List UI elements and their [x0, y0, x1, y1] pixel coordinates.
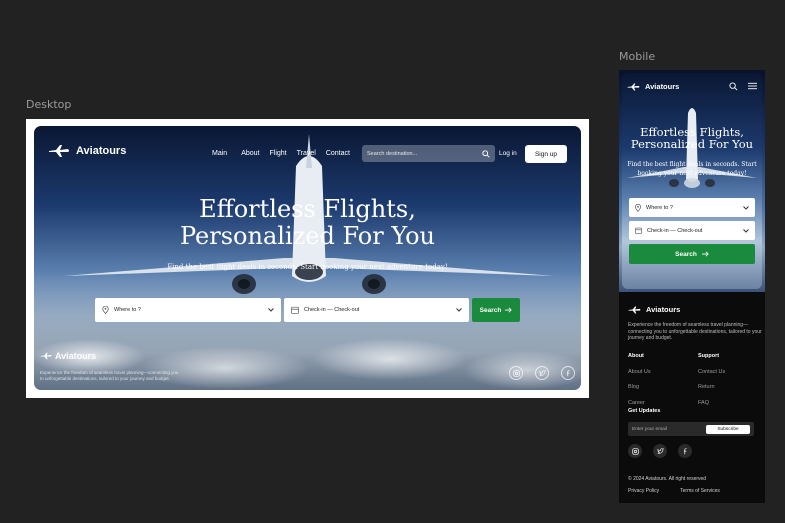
- mobile-hero: Aviatours Effortless Flights, Personaliz…: [619, 70, 765, 292]
- login-link[interactable]: Log in: [499, 150, 517, 157]
- hero-subtitle: Find the best flight deals in seconds. S…: [167, 263, 448, 271]
- facebook-icon[interactable]: [678, 444, 692, 458]
- location-pin-icon: [102, 306, 109, 314]
- instagram-icon[interactable]: [509, 366, 523, 380]
- desktop-logo[interactable]: Aviatours: [48, 145, 126, 157]
- desktop-label: Desktop: [26, 98, 72, 111]
- chevron-down-icon: [743, 205, 749, 210]
- desktop-navbar: Aviatours Main About Flight Travel Conta…: [34, 142, 581, 168]
- calendar-icon: [635, 227, 642, 234]
- footer-about-column: About About Us Blog Career: [628, 353, 651, 415]
- mobile-where-to-field[interactable]: Where to ?: [629, 198, 755, 217]
- nav-link-flight[interactable]: Flight: [269, 150, 286, 157]
- where-to-field[interactable]: Where to ?: [95, 298, 281, 322]
- email-input[interactable]: Enter your email: [632, 427, 667, 432]
- desktop-footer-description: Experience the freedom of seamless trave…: [40, 370, 179, 381]
- desktop-frame: Aviatours Main About Flight Travel Conta…: [26, 119, 589, 398]
- mobile-dates-placeholder: Check-in — Check-out: [647, 227, 703, 234]
- subscribe-button[interactable]: Subscribe: [706, 424, 750, 434]
- mobile-brand-name: Aviatours: [645, 82, 680, 91]
- mobile-hero-title: Effortless Flights, Personalized For You: [630, 125, 754, 151]
- menu-icon[interactable]: [748, 82, 757, 90]
- desktop-social-links: [509, 366, 575, 380]
- footer-link-return[interactable]: Return: [698, 384, 725, 400]
- mobile-label: Mobile: [619, 50, 656, 63]
- nav-link-contact[interactable]: Contact: [326, 150, 350, 157]
- search-icon[interactable]: [729, 82, 738, 91]
- chevron-down-icon: [456, 308, 462, 312]
- facebook-icon[interactable]: [561, 366, 575, 380]
- arrow-right-icon: [505, 307, 513, 313]
- hero-title: Effortless Flights, Personalized For You: [179, 195, 436, 250]
- search-button[interactable]: Search: [472, 298, 520, 322]
- search-icon: [482, 149, 490, 158]
- mobile-where-placeholder: Where to ?: [646, 204, 673, 211]
- nav-link-main[interactable]: Main: [212, 150, 227, 157]
- twitter-icon[interactable]: [535, 366, 549, 380]
- search-placeholder: Search destination...: [367, 150, 418, 157]
- copyright-text: © 2024 Aviatours. All right reserved: [628, 476, 707, 482]
- chevron-down-icon: [268, 308, 274, 312]
- mobile-social-links: [628, 444, 692, 458]
- nav-link-travel[interactable]: Travel: [297, 150, 316, 157]
- destination-search-input[interactable]: Search destination...: [362, 145, 495, 162]
- desktop-footer-logo: Aviatours: [40, 351, 96, 361]
- plane-logo-icon: [628, 305, 641, 314]
- mobile-hero-subtitle: Find the best flight deals in seconds. S…: [627, 161, 757, 177]
- dates-placeholder: Check-in — Check-out: [304, 307, 360, 313]
- instagram-icon[interactable]: [628, 444, 642, 458]
- plane-logo-icon: [49, 145, 69, 157]
- footer-support-column: Support Contact Us Return FAQ: [698, 353, 725, 415]
- mobile-frame: Aviatours Effortless Flights, Personaliz…: [619, 70, 765, 503]
- desktop-nav-links: Main About Flight Travel Contact: [212, 150, 350, 157]
- twitter-icon[interactable]: [653, 444, 667, 458]
- search-button-label: Search: [479, 306, 502, 314]
- nav-link-about[interactable]: About: [241, 150, 259, 157]
- footer-link-blog[interactable]: Blog: [628, 384, 651, 400]
- dates-field[interactable]: Check-in — Check-out: [284, 298, 469, 322]
- mobile-footer-description: Experience the freedom of seamless trave…: [628, 322, 762, 341]
- mobile-dates-field[interactable]: Check-in — Check-out: [629, 221, 755, 240]
- terms-link[interactable]: Terms of Services: [680, 488, 720, 494]
- footer-brand-name: Aviatours: [55, 351, 97, 361]
- legal-links: Privacy Policy Terms of Services: [628, 488, 720, 494]
- footer-support-heading: Support: [698, 353, 720, 359]
- where-to-placeholder: Where to ?: [114, 307, 141, 313]
- mobile-navbar: Aviatours: [627, 82, 757, 91]
- brand-name: Aviatours: [76, 145, 127, 157]
- arrow-right-icon: [701, 251, 709, 257]
- footer-link-faq[interactable]: FAQ: [698, 400, 725, 416]
- get-updates-heading: Get Updates: [628, 408, 661, 414]
- mobile-footer-logo: Aviatours: [628, 305, 680, 314]
- mobile-search-button[interactable]: Search: [629, 244, 755, 264]
- mobile-search-label: Search: [675, 250, 697, 258]
- plane-logo-icon: [627, 82, 640, 91]
- privacy-policy-link[interactable]: Privacy Policy: [628, 488, 659, 494]
- mobile-footer-brand: Aviatours: [646, 305, 681, 314]
- footer-about-heading: About: [628, 353, 644, 359]
- location-pin-icon: [635, 203, 641, 212]
- calendar-icon: [291, 306, 299, 314]
- desktop-hero: Aviatours Main About Flight Travel Conta…: [34, 126, 581, 390]
- footer-link-contact-us[interactable]: Contact Us: [698, 369, 725, 385]
- signup-button[interactable]: Sign up: [525, 145, 567, 163]
- newsletter-form: Enter your email Subscribe: [628, 422, 754, 436]
- footer-link-about-us[interactable]: About Us: [628, 369, 651, 385]
- plane-logo-icon: [40, 352, 52, 360]
- chevron-down-icon: [743, 228, 749, 233]
